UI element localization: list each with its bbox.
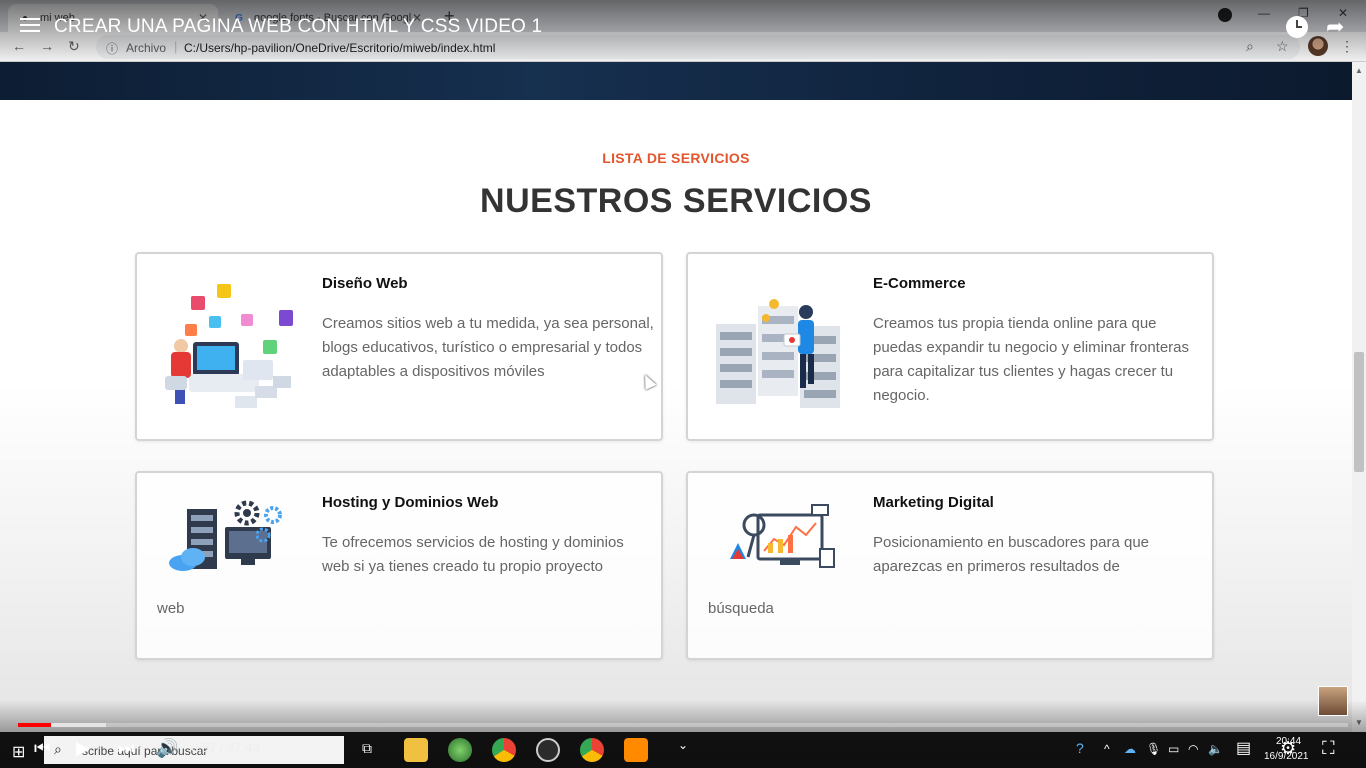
info-icon[interactable]: ⓘ — [106, 40, 118, 57]
help-icon[interactable]: ? — [1076, 740, 1084, 756]
video-title[interactable]: CREAR UNA PAGINA WEB CON HTML Y CSS VIDE… — [54, 16, 542, 38]
section-subtitle: LISTA DE SERVICIOS — [602, 150, 750, 166]
video-time: 0:57 / 37:43 — [191, 740, 260, 755]
section-heading: NUESTROS SERVICIOS — [480, 182, 872, 220]
minimize-icon[interactable]: — — [1258, 6, 1270, 20]
forward-icon[interactable]: → — [40, 38, 54, 54]
zoom-icon[interactable]: ⌕ — [1246, 38, 1254, 55]
service-description: Te ofrecemos servicios de hosting y domi… — [322, 534, 624, 575]
scroll-up-icon[interactable]: ▲ — [1355, 66, 1363, 75]
onedrive-icon[interactable]: ☁ — [1124, 742, 1136, 756]
volume-video-icon[interactable]: 🔊 — [156, 738, 178, 759]
service-title: Hosting y Dominios Web — [322, 494, 499, 511]
task-view-icon[interactable]: ⧉ — [362, 740, 372, 757]
file-explorer-icon[interactable] — [404, 738, 428, 762]
service-description: Posicionamiento en buscadores para que a… — [873, 534, 1150, 575]
service-card-web-design: Diseño Web Creamos sitios web a tu medid… — [135, 252, 663, 441]
taskbar-search-placeholder: scribe aquí para buscar — [82, 744, 208, 758]
watch-later-icon[interactable] — [1286, 16, 1308, 38]
share-icon[interactable]: ➦ — [1326, 14, 1344, 40]
service-card-marketing: Marketing Digital Posicionamiento en bus… — [686, 471, 1214, 660]
page-scrollbar[interactable]: ▲ ▼ — [1352, 62, 1366, 732]
service-title: E-Commerce — [873, 275, 966, 292]
page-viewport: LISTA DE SERVICIOS NUESTROS SERVICIOS Di… — [0, 62, 1352, 732]
service-description: Creamos sitios web a tu medida, ya sea p… — [322, 315, 654, 380]
wifi-icon[interactable]: ◠ — [1188, 742, 1198, 756]
next-icon[interactable]: ⏭ — [118, 738, 134, 759]
service-description: Creamos tus propia tienda online para qu… — [873, 315, 1190, 404]
service-title: Diseño Web — [322, 275, 408, 292]
avatar[interactable] — [1308, 36, 1328, 56]
chrome-secondary-icon[interactable] — [580, 738, 604, 762]
service-card-ecommerce: E-Commerce Creamos tus propia tienda onl… — [686, 252, 1214, 441]
search-icon: ⌕ — [54, 741, 62, 757]
windows-start-icon[interactable]: ⊞ — [12, 742, 25, 762]
battery-icon[interactable]: ▭ — [1168, 742, 1179, 756]
volume-icon[interactable]: 🔈 — [1208, 742, 1223, 756]
address-bar[interactable]: ⓘ Archivo | C:/Users/hp-pavilion/OneDriv… — [96, 35, 1300, 59]
maps-app-icon[interactable] — [448, 738, 472, 762]
profile-dot-icon[interactable] — [1218, 8, 1232, 22]
obs-icon[interactable] — [536, 738, 560, 762]
channel-watermark-avatar[interactable] — [1318, 686, 1348, 716]
tray-chevron-icon[interactable]: ^ — [1104, 742, 1110, 756]
scroll-thumb[interactable] — [1354, 352, 1364, 472]
url-text[interactable]: C:/Users/hp-pavilion/OneDrive/Escritorio… — [184, 41, 495, 55]
playlist-menu-icon[interactable] — [20, 18, 40, 34]
service-description-tail: búsqueda — [708, 600, 774, 617]
subtitles-icon[interactable]: ▤ — [1236, 738, 1251, 758]
microphone-icon[interactable]: 🎙 — [1146, 742, 1161, 756]
play-icon[interactable]: ▶ — [76, 738, 90, 759]
service-title: Marketing Digital — [873, 494, 994, 511]
web-design-illustration-icon — [165, 284, 293, 408]
video-progress-bar[interactable] — [18, 723, 1348, 727]
chevron-down-icon[interactable]: ⌄ — [678, 738, 688, 752]
bookmark-star-icon[interactable]: ☆ — [1276, 38, 1289, 55]
sublime-text-icon[interactable] — [624, 738, 648, 762]
service-card-hosting: Hosting y Dominios Web Te ofrecemos serv… — [135, 471, 663, 660]
chrome-icon[interactable] — [492, 738, 516, 762]
reload-icon[interactable]: ↻ — [68, 38, 80, 55]
progress-played — [18, 723, 52, 727]
kebab-menu-icon[interactable]: ⋮ — [1340, 38, 1354, 55]
separator: | — [174, 39, 178, 54]
exit-fullscreen-icon[interactable]: ⛶ — [1322, 738, 1335, 759]
ecommerce-server-illustration-icon — [716, 299, 840, 408]
back-icon[interactable]: ← — [12, 38, 26, 54]
security-label: Archivo — [126, 41, 167, 55]
service-description-tail: web — [157, 600, 185, 617]
previous-icon[interactable]: ⏮ — [34, 738, 50, 759]
settings-gear-icon[interactable]: ⚙ — [1280, 738, 1296, 759]
hero-section-bottom — [0, 62, 1352, 100]
